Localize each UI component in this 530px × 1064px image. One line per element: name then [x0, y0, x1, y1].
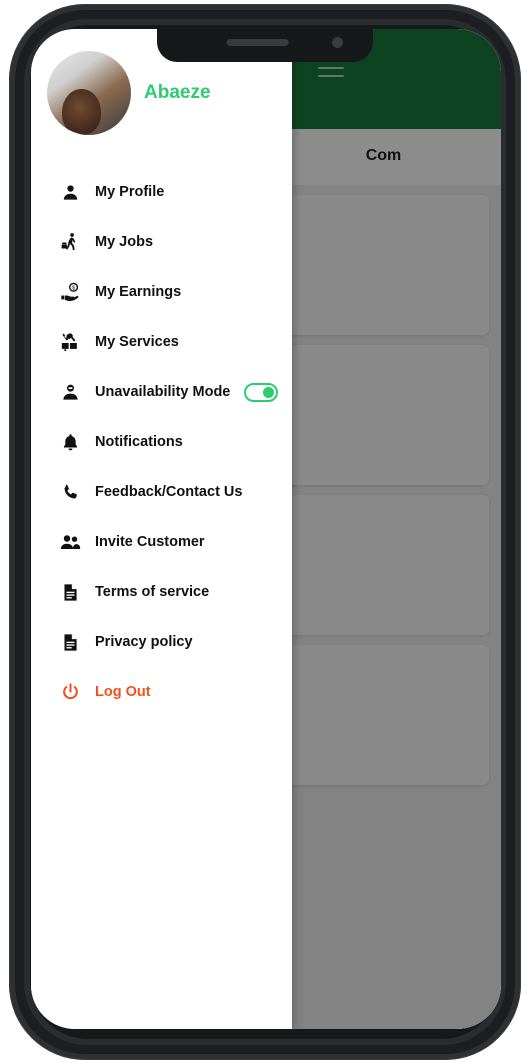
sidebar-item-label: My Services — [95, 334, 179, 350]
document-icon — [57, 629, 83, 655]
sidebar-item-my-earnings[interactable]: $ My Earnings — [31, 267, 292, 317]
toggle-knob — [263, 386, 274, 398]
sidebar-item-my-profile[interactable]: My Profile — [31, 167, 292, 217]
navigation-drawer: Abaeze My Profile My Jobs $ My Earnings — [31, 29, 292, 1029]
drawer-menu: My Profile My Jobs $ My Earnings My Serv… — [31, 167, 292, 717]
phone-screen: Ongoing Jobs Com $ 92 La — [31, 29, 501, 1029]
sidebar-item-label: My Jobs — [95, 234, 154, 250]
sidebar-item-log-out[interactable]: Log Out — [31, 667, 292, 717]
sidebar-item-label: Feedback/Contact Us — [95, 484, 243, 500]
earpiece-speaker — [226, 39, 289, 46]
power-icon — [57, 679, 83, 705]
avatar[interactable] — [47, 51, 131, 135]
sidebar-item-label: My Earnings — [95, 284, 182, 300]
user-name: Abaeze — [144, 82, 211, 103]
tools-icon — [57, 329, 83, 355]
sidebar-item-notifications[interactable]: Notifications — [31, 417, 292, 467]
sidebar-item-label: My Profile — [95, 184, 165, 200]
sidebar-item-label: Invite Customer — [95, 534, 205, 550]
sidebar-item-label: Log Out — [95, 684, 151, 700]
sidebar-item-feedback-contact-us[interactable]: Feedback/Contact Us — [31, 467, 292, 517]
front-camera — [332, 37, 343, 48]
sidebar-item-label: Notifications — [95, 434, 183, 450]
hand-coin-icon: $ — [57, 279, 83, 305]
sidebar-item-my-services[interactable]: My Services — [31, 317, 292, 367]
worker-icon — [57, 229, 83, 255]
bell-icon — [57, 429, 83, 455]
sidebar-item-privacy-policy[interactable]: Privacy policy — [31, 617, 292, 667]
document-icon — [57, 579, 83, 605]
sidebar-item-label: Privacy policy — [95, 634, 193, 650]
person-icon — [57, 179, 83, 205]
unavailability-toggle[interactable] — [244, 382, 278, 402]
sidebar-item-my-jobs[interactable]: My Jobs — [31, 217, 292, 267]
sidebar-item-invite-customer[interactable]: Invite Customer — [31, 517, 292, 567]
user-status-icon — [57, 379, 83, 405]
people-icon — [57, 529, 83, 555]
sidebar-item-label: Terms of service — [95, 584, 210, 600]
sidebar-item-terms-of-service[interactable]: Terms of service — [31, 567, 292, 617]
sidebar-item-label: Unavailability Mode — [95, 384, 231, 400]
sidebar-item-unavailability-mode[interactable]: Unavailability Mode — [31, 367, 292, 417]
phone-icon — [57, 479, 83, 505]
phone-notch — [157, 29, 373, 62]
